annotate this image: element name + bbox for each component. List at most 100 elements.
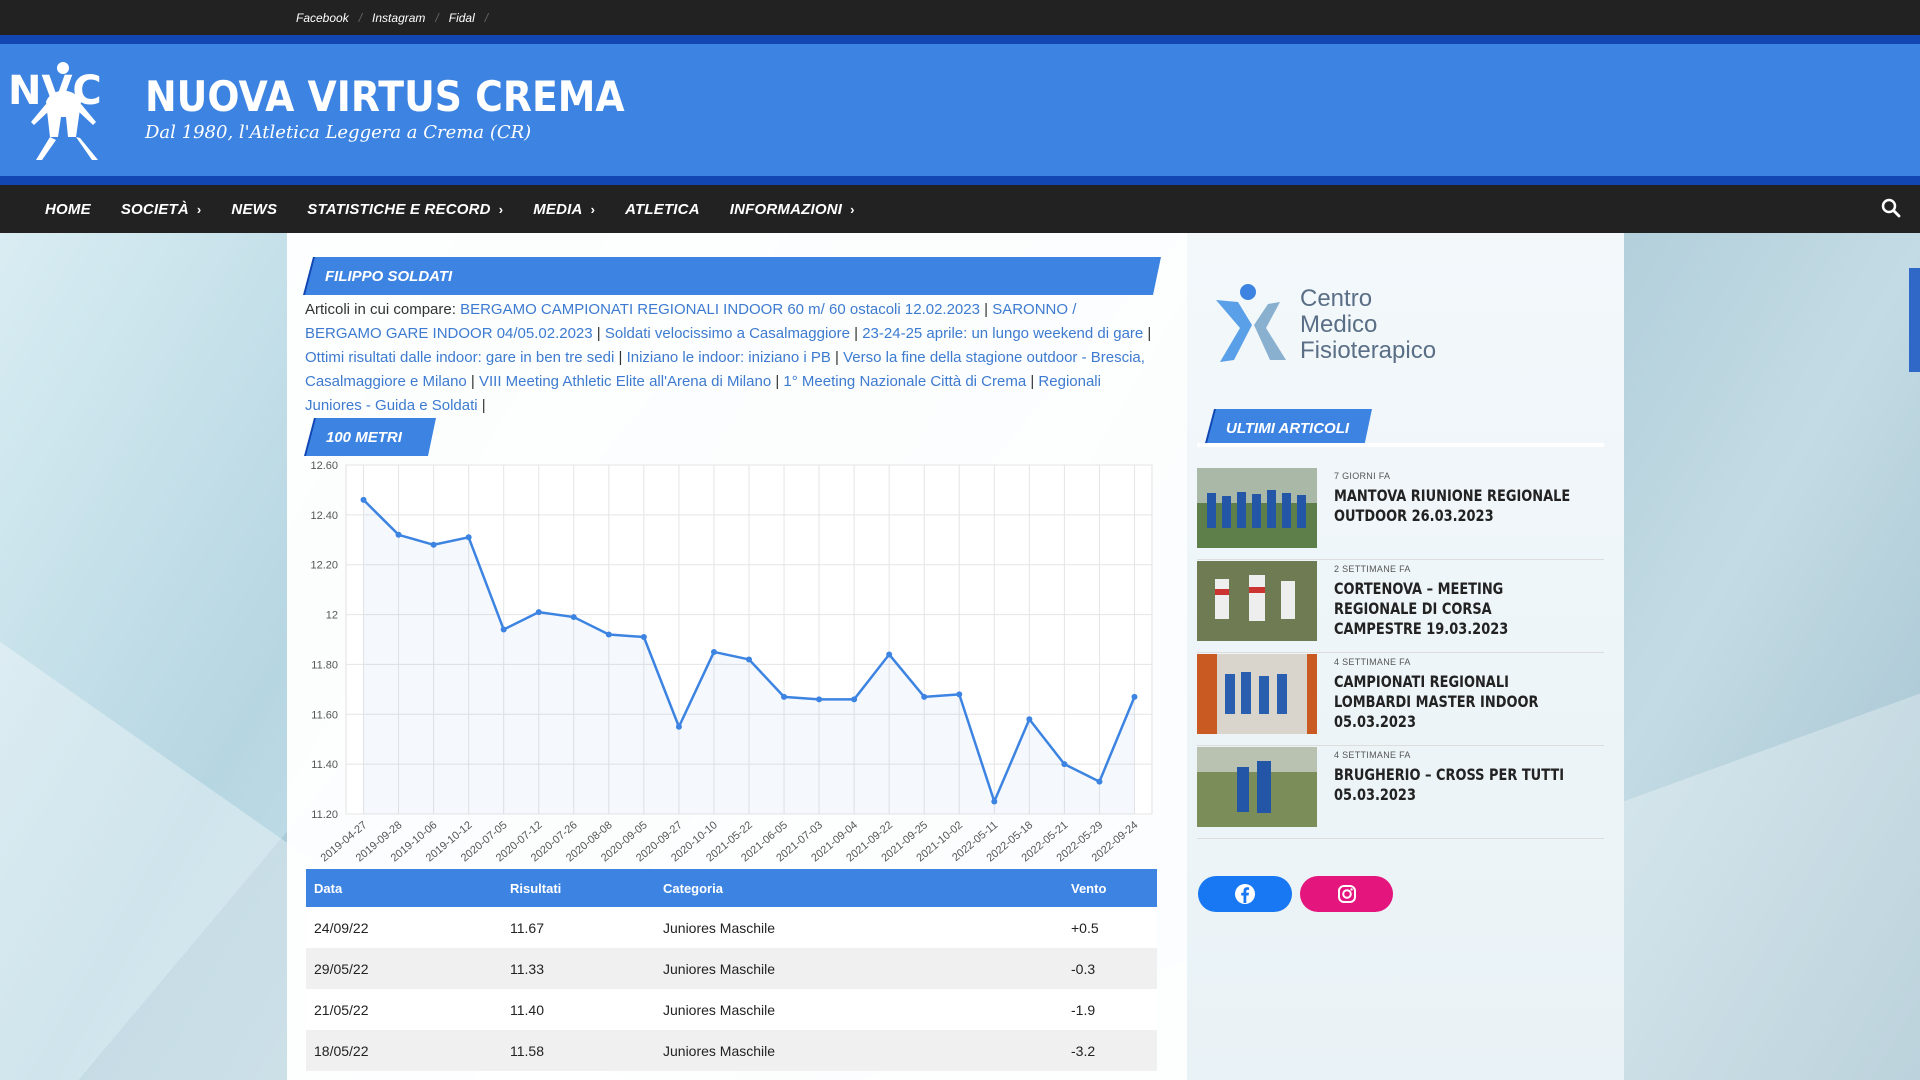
sponsor-logo-icon <box>1216 284 1286 362</box>
data-point <box>816 696 823 703</box>
y-tick-label: 11.60 <box>311 709 338 721</box>
sponsor-text: Centro Medico Fisioterapico <box>1300 286 1436 364</box>
article-link[interactable]: BERGAMO CAMPIONATI REGIONALI INDOOR 60 m… <box>460 301 980 318</box>
col-header-risultati[interactable]: Risultati <box>502 869 655 907</box>
data-point <box>570 614 577 621</box>
nav-label: STATISTICHE E RECORD <box>307 200 491 218</box>
sponsor-banner[interactable]: Centro Medico Fisioterapico <box>1208 280 1468 370</box>
data-point <box>675 723 682 730</box>
post-date: 4 SETTIMANE FA <box>1334 657 1411 667</box>
article-link[interactable]: Iniziano le indoor: iniziano i PB <box>627 349 831 366</box>
cell-date: 18/05/22 <box>306 1030 502 1071</box>
athlete-name-heading: FILIPPO SOLDATI <box>303 257 1161 295</box>
nav-item-home[interactable]: HOME <box>30 201 106 218</box>
site-tagline: Dal 1980, l'Atletica Leggera a Crema (CR… <box>145 122 532 143</box>
data-point <box>991 798 998 805</box>
facebook-button[interactable] <box>1198 876 1292 912</box>
chevron-right-icon: › <box>196 201 202 217</box>
post-title[interactable]: CAMPIONATI REGIONALI LOMBARDI MASTER IND… <box>1334 672 1577 732</box>
instagram-button[interactable] <box>1300 876 1393 912</box>
post-title[interactable]: MANTOVA RIUNIONE REGIONALE OUTDOOR 26.03… <box>1334 486 1577 526</box>
table-row: 29/05/22 11.33 Juniores Maschile -0.3 <box>306 948 1157 989</box>
y-tick-label: 12.40 <box>310 510 338 522</box>
cell-date: 29/05/22 <box>306 948 502 989</box>
post-thumbnail[interactable] <box>1197 747 1317 827</box>
cell-category: Juniores Maschile <box>655 989 1063 1030</box>
search-icon[interactable] <box>1880 197 1902 219</box>
y-tick-label: 11.80 <box>311 659 338 671</box>
data-point <box>1061 761 1068 768</box>
col-header-categoria[interactable]: Categoria <box>655 869 1063 907</box>
nav-item-informazioni[interactable]: INFORMAZIONI › <box>715 201 870 218</box>
col-header-vento[interactable]: Vento <box>1063 869 1157 907</box>
sponsor-line: Centro <box>1300 285 1373 312</box>
cell-category: Juniores Maschile <box>655 948 1063 989</box>
data-point <box>1131 693 1138 700</box>
data-point <box>535 609 542 616</box>
y-tick-label: 11.20 <box>311 809 338 821</box>
event-title: 100 METRI <box>326 428 402 446</box>
sponsor-line: Fisioterapico <box>1300 337 1437 364</box>
separator: / <box>435 10 439 25</box>
data-point <box>886 651 893 658</box>
nav-label: SOCIETÀ <box>120 200 189 218</box>
data-point <box>746 656 752 663</box>
y-tick-label: 11.40 <box>311 759 338 771</box>
data-point <box>395 531 402 538</box>
data-point <box>1026 716 1033 723</box>
data-point <box>605 631 612 638</box>
nav-item-atletica[interactable]: ATLETICA <box>610 201 715 218</box>
post-item[interactable]: 4 SETTIMANE FA BRUGHERIO – CROSS PER TUT… <box>1197 747 1604 839</box>
y-tick-label: 12.20 <box>310 560 338 572</box>
nav-item-media[interactable]: MEDIA › <box>518 201 610 218</box>
nav-label: NEWS <box>231 200 278 218</box>
article-link[interactable]: Ottimi risultati dalle indoor: gare in b… <box>305 349 614 366</box>
fidal-link[interactable]: Fidal <box>449 11 475 25</box>
post-thumbnail[interactable] <box>1197 654 1317 734</box>
post-date: 4 SETTIMANE FA <box>1334 750 1411 760</box>
separator: / <box>484 10 489 25</box>
col-header-data[interactable]: Data <box>306 869 502 907</box>
data-point <box>1096 778 1103 785</box>
cell-wind: -3.2 <box>1063 1030 1157 1071</box>
post-thumbnail[interactable] <box>1197 561 1317 641</box>
nav-label: INFORMAZIONI <box>729 200 843 218</box>
article-link[interactable]: Soldati velocissimo a Casalmaggiore <box>605 325 850 342</box>
site-logo[interactable]: NVC <box>6 62 121 162</box>
facebook-link[interactable]: Facebook <box>296 11 349 25</box>
data-point <box>430 541 437 548</box>
articles-label: Articoli in cui compare: <box>305 301 456 318</box>
separator: / <box>358 10 363 25</box>
results-table: Data Risultati Categoria Vento 24/09/22 … <box>306 869 1157 1071</box>
post-title[interactable]: CORTENOVA – MEETING REGIONALE DI CORSA C… <box>1334 579 1577 639</box>
chevron-right-icon: › <box>498 201 504 217</box>
athlete-name: FILIPPO SOLDATI <box>325 267 453 285</box>
data-point <box>921 693 928 700</box>
article-link[interactable]: 1° Meeting Nazionale Città di Crema <box>783 373 1026 390</box>
post-item[interactable]: 4 SETTIMANE FA CAMPIONATI REGIONALI LOMB… <box>1197 654 1604 746</box>
post-date: 7 GIORNI FA <box>1334 471 1391 481</box>
nav-item-societa[interactable]: SOCIETÀ › <box>106 201 217 218</box>
post-date: 2 SETTIMANE FA <box>1334 564 1411 574</box>
cell-result: 11.58 <box>502 1030 655 1071</box>
nav-item-news[interactable]: NEWS <box>216 201 292 218</box>
site-title[interactable]: NUOVA VIRTUS CREMA <box>145 72 625 121</box>
nav-label: ATLETICA <box>625 200 700 218</box>
articles-list: Articoli in cui compare: BERGAMO CAMPION… <box>305 301 1152 414</box>
latest-articles-heading: ULTIMI ARTICOLI <box>1204 409 1372 447</box>
post-item[interactable]: 2 SETTIMANE FA CORTENOVA – MEETING REGIO… <box>1197 561 1604 653</box>
main-nav: HOME SOCIETÀ › NEWS STATISTICHE E RECORD ›… <box>0 185 1920 233</box>
post-thumbnail[interactable] <box>1197 468 1317 548</box>
article-link[interactable]: 23-24-25 aprile: un lungo weekend di gar… <box>862 325 1143 342</box>
instagram-link[interactable]: Instagram <box>372 11 425 25</box>
chevron-right-icon: › <box>590 201 596 217</box>
post-item[interactable]: 7 GIORNI FA MANTOVA RIUNIONE REGIONALE O… <box>1197 468 1604 560</box>
y-tick-label: 12.60 <box>310 460 338 472</box>
event-heading: 100 METRI <box>304 418 436 456</box>
data-point <box>956 691 963 698</box>
article-link[interactable]: VIII Meeting Athletic Elite all'Arena di… <box>479 373 771 390</box>
cell-result: 11.33 <box>502 948 655 989</box>
scrollbar-thumb[interactable] <box>1909 268 1920 372</box>
post-title[interactable]: BRUGHERIO – CROSS PER TUTTI 05.03.2023 <box>1334 765 1577 805</box>
nav-item-statistiche[interactable]: STATISTICHE E RECORD › <box>292 201 518 218</box>
